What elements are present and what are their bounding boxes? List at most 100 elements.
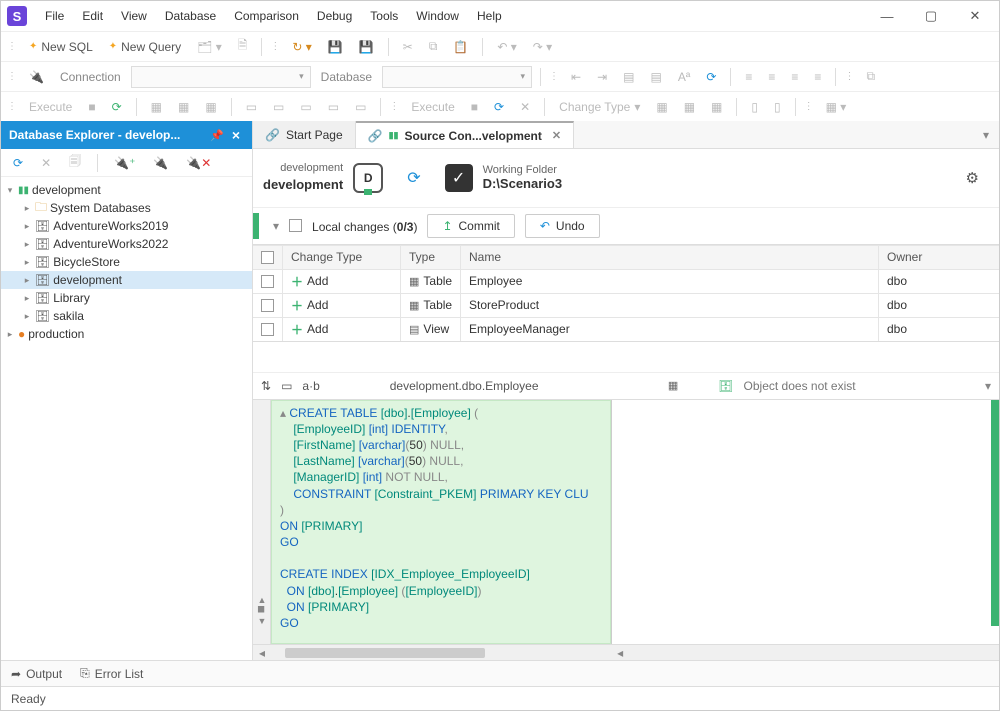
compare-button[interactable]: ⧉ [860, 66, 881, 87]
row-checkbox[interactable] [261, 275, 274, 288]
tree-db-sakila[interactable]: ▸ 🗄 sakila [1, 307, 252, 325]
panel5-button[interactable]: ▭ [349, 97, 372, 117]
expand-icon[interactable]: ▸ [5, 329, 15, 340]
delete-button[interactable]: ✕ [35, 153, 57, 173]
grid-button[interactable]: ▦ [145, 97, 168, 117]
uncomment-button[interactable]: ▤ [645, 67, 668, 87]
change-type-combo[interactable]: Change Type ▾ [553, 97, 646, 117]
menu-view[interactable]: View [113, 5, 155, 27]
connection-combo[interactable] [131, 66, 311, 88]
maximize-button[interactable]: ▢ [913, 4, 949, 28]
comment-button[interactable]: ▤ [617, 67, 640, 87]
copy-tree-button[interactable]: 🗐 [63, 149, 87, 176]
grid-row-employee[interactable]: ＋Add ▦Table Employee dbo [253, 269, 999, 293]
outdent-button[interactable]: ⇥ [591, 67, 613, 87]
script2-button[interactable]: ▯ [768, 97, 787, 117]
col-name[interactable]: Name [461, 246, 879, 269]
redo-button[interactable]: ↷ ▾ [527, 37, 558, 57]
col-change-type[interactable]: Change Type [283, 246, 401, 269]
cut-button[interactable]: ✂ [397, 37, 419, 57]
diff-ab-icon[interactable]: a·b [302, 379, 319, 393]
sql-editor[interactable]: ▴ CREATE TABLE [dbo].[Employee] ( [Emplo… [271, 400, 611, 644]
tab-start-page[interactable]: 🔗 Start Page [253, 121, 356, 148]
menu-database[interactable]: Database [157, 5, 224, 27]
diff-nav-icon[interactable]: ⇅ [261, 379, 271, 393]
cancel-button[interactable]: ✕ [514, 97, 536, 117]
undo-button[interactable]: ↶ ▾ [491, 37, 522, 57]
remove-conn-button[interactable]: 🔌✕ [180, 153, 217, 173]
tab-overflow-button[interactable]: ▾ [973, 121, 999, 148]
open-button[interactable]: 🗂 ▾ [191, 37, 228, 57]
tab-close-icon[interactable]: ✕ [552, 129, 561, 142]
pin-icon[interactable]: 📌 [206, 129, 228, 142]
save-button[interactable]: 💾 [322, 37, 349, 57]
header-checkbox[interactable] [261, 251, 274, 264]
tree-db-adventureworks2022[interactable]: ▸ 🗄 AdventureWorks2022 [1, 235, 252, 253]
grid-b-button[interactable]: ▦ [678, 97, 701, 117]
diff-mode-icon[interactable]: ▭ [281, 379, 292, 393]
connect-button[interactable]: 🔌 [23, 67, 50, 87]
align-center-button[interactable]: ≡ [762, 67, 781, 87]
settings-gear-button[interactable]: ⚙ [966, 169, 989, 187]
server-development[interactable]: ▾ ▮▮ development [1, 181, 252, 199]
expand-icon[interactable]: ▸ [22, 221, 32, 232]
run-button[interactable]: ⟳ [106, 97, 128, 117]
script-button[interactable]: ▯ [745, 97, 764, 117]
error-list-tab[interactable]: ⎘Error List [80, 666, 143, 681]
select-all-checkbox[interactable] [289, 219, 302, 232]
undo-button[interactable]: ↶ Undo [525, 214, 600, 238]
menu-window[interactable]: Window [408, 5, 467, 27]
copy-button[interactable]: ⧉ [423, 36, 444, 57]
expand-icon[interactable]: ▸ [22, 257, 32, 268]
save-all-button[interactable]: 🗎 [232, 33, 254, 60]
grid-a-button[interactable]: ▦ [650, 97, 673, 117]
tree-db-bicyclestore[interactable]: ▸ 🗄 BicycleStore [1, 253, 252, 271]
refresh-tree-button[interactable]: ⟳ [7, 153, 29, 173]
server-production[interactable]: ▸ ● production [1, 325, 252, 343]
paste-button[interactable]: 📋 [447, 37, 474, 57]
sc-refresh-button[interactable]: ⟳ [407, 168, 420, 188]
toolbar-refresh-button[interactable]: ⟳ [700, 67, 722, 87]
panel-close-icon[interactable]: × [228, 127, 244, 143]
align-right-button[interactable]: ≡ [785, 67, 804, 87]
menu-help[interactable]: Help [469, 5, 510, 27]
hscrollbar-right[interactable]: ◂ [611, 644, 999, 660]
new-conn-button[interactable]: 🔌⁺ [108, 153, 141, 173]
explorer-tree[interactable]: ▾ ▮▮ development ▸ 🗀 System Databases ▸ … [1, 177, 252, 660]
grid-row-employeemanager[interactable]: ＋Add ▤View EmployeeManager dbo [253, 317, 999, 341]
grid-c-button[interactable]: ▦ [705, 97, 728, 117]
expand-icon[interactable]: ▸ [22, 311, 32, 322]
new-sql-button[interactable]: ✦New SQL [23, 37, 99, 57]
execute-button[interactable]: Execute [23, 97, 78, 117]
close-button[interactable]: ✕ [957, 4, 993, 28]
save-as-button[interactable]: 💾 [353, 37, 380, 57]
justify-button[interactable]: ≡ [808, 67, 827, 87]
menu-debug[interactable]: Debug [309, 5, 360, 27]
last-button[interactable]: ▦ ▾ [820, 97, 853, 117]
execute2-button[interactable]: Execute [405, 97, 460, 117]
tab-source-control[interactable]: 🔗 ▮▮ Source Con...velopment ✕ [356, 121, 574, 148]
expand-icon[interactable]: ▸ [22, 203, 32, 214]
tree-db-library[interactable]: ▸ 🗄 Library [1, 289, 252, 307]
row-checkbox[interactable] [261, 323, 274, 336]
indent-button[interactable]: ⇤ [565, 67, 587, 87]
tree-system-databases[interactable]: ▸ 🗀 System Databases [1, 199, 252, 217]
row-checkbox[interactable] [261, 299, 274, 312]
refresh2-button[interactable]: ⟳ [488, 97, 510, 117]
menu-file[interactable]: File [37, 5, 72, 27]
grid2-button[interactable]: ▦ [172, 97, 195, 117]
col-owner[interactable]: Owner [879, 246, 999, 269]
menu-comparison[interactable]: Comparison [226, 5, 307, 27]
stop2-button[interactable]: ■ [465, 97, 484, 117]
tree-db-adventureworks2019[interactable]: ▸ 🗄 AdventureWorks2019 [1, 217, 252, 235]
refresh-arrow-button[interactable]: ↻ ▾ [286, 37, 317, 57]
collapse-icon[interactable]: ▾ [5, 185, 15, 196]
col-type[interactable]: Type [401, 246, 461, 269]
diff-dropdown[interactable]: ▾ [985, 379, 991, 393]
stop-button[interactable]: ■ [82, 97, 101, 117]
panel1-button[interactable]: ▭ [240, 97, 263, 117]
fold-icon[interactable]: ▴ [280, 406, 289, 420]
expand-icon[interactable]: ▸ [22, 275, 32, 286]
panel2-button[interactable]: ▭ [267, 97, 290, 117]
changes-dropdown[interactable]: ▾ [273, 219, 279, 233]
